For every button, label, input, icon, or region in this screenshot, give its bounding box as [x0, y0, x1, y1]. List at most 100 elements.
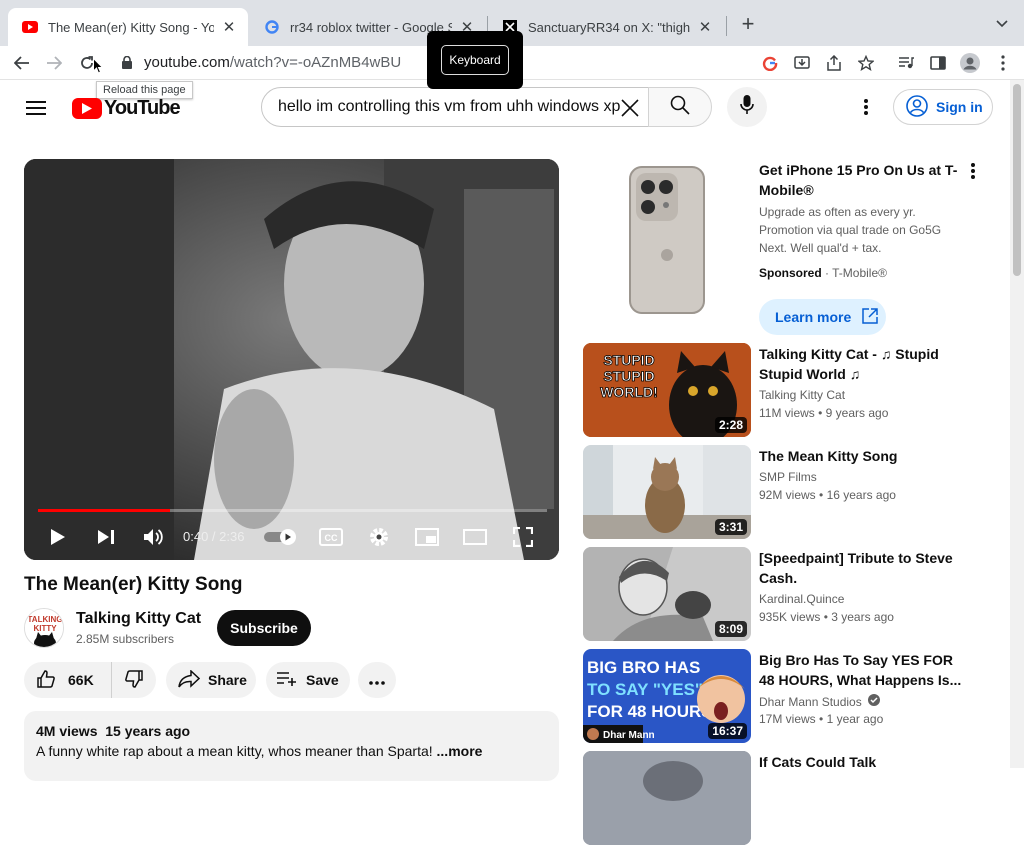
thumbnail-image	[583, 751, 751, 845]
channel-avatar[interactable]: TALKING KITTY	[24, 608, 64, 648]
settings-more-icon[interactable]	[854, 95, 878, 119]
learn-more-label: Learn more	[775, 309, 852, 325]
rec-meta: 92M views • 16 years ago	[759, 488, 896, 502]
svg-text:WORLD!: WORLD!	[600, 384, 658, 400]
video-thumbnail[interactable]: 8:09	[583, 547, 751, 641]
rec-channel[interactable]: Kardinal.Quince	[759, 592, 844, 606]
profile-avatar-icon[interactable]	[957, 50, 983, 76]
video-thumbnail[interactable]: STUPID STUPID WORLD! 2:28	[583, 343, 751, 437]
more-link[interactable]: ...more	[437, 743, 483, 759]
sign-in-button[interactable]: Sign in	[893, 89, 993, 125]
fullscreen-icon[interactable]	[509, 523, 537, 551]
mouse-cursor-icon	[93, 58, 103, 74]
external-link-icon	[861, 307, 879, 328]
rec-title[interactable]: Talking Kitty Cat - ♫ Stupid Stupid Worl…	[759, 344, 969, 384]
rec-channel[interactable]: Talking Kitty Cat	[759, 388, 845, 402]
svg-text:Dhar Mann: Dhar Mann	[603, 730, 655, 741]
close-icon[interactable]: ✕	[220, 18, 238, 36]
video-frame	[24, 159, 559, 560]
ad-description: Upgrade as often as every yr. Promotion …	[759, 205, 942, 255]
more-horizontal-icon	[369, 672, 385, 688]
rec-title[interactable]: The Mean Kitty Song	[759, 446, 969, 466]
video-thumbnail[interactable]: BIG BRO HAS TO SAY "YES" FOR 48 HOURS Dh…	[583, 649, 751, 743]
duration-badge: 16:37	[708, 723, 747, 739]
share-icon	[178, 668, 201, 691]
tab-search-chevron-icon[interactable]	[990, 14, 1014, 34]
keyboard-button[interactable]: Keyboard	[441, 45, 509, 75]
side-panel-icon[interactable]	[925, 50, 951, 76]
tab-x-twitter[interactable]: SanctuaryRR34 on X: "thigh jo ✕	[488, 8, 724, 46]
bookmark-star-icon[interactable]	[853, 50, 879, 76]
menu-icon[interactable]	[24, 98, 48, 118]
captions-icon[interactable]: CC	[317, 523, 345, 551]
svg-text:TALKING: TALKING	[28, 615, 63, 624]
settings-gear-icon[interactable]	[365, 523, 393, 551]
more-actions-button[interactable]	[358, 662, 396, 698]
google-lens-icon[interactable]	[757, 50, 783, 76]
ad-image[interactable]	[583, 159, 751, 321]
rec-title[interactable]: If Cats Could Talk	[759, 752, 969, 772]
rec-title[interactable]: [Speedpaint] Tribute to Steve Cash.	[759, 548, 969, 588]
save-button[interactable]: Save	[266, 662, 350, 698]
rec-title[interactable]: Big Bro Has To Say YES FOR 48 HOURS, Wha…	[759, 650, 969, 690]
duration-badge: 3:31	[714, 519, 747, 535]
svg-text:KITTY: KITTY	[33, 624, 57, 633]
description-box[interactable]: 4M views 15 years ago A funny white rap …	[24, 711, 559, 781]
like-button[interactable]: 66K	[24, 662, 112, 698]
lock-icon[interactable]	[120, 55, 134, 69]
keyboard-popup[interactable]: Keyboard	[427, 31, 523, 89]
url-text: youtube.com/watch?v=-oAZnMB4wBU	[144, 53, 402, 71]
rec-channel[interactable]: Dhar Mann Studios	[759, 694, 880, 709]
youtube-logo[interactable]: YouTube	[72, 97, 181, 120]
svg-text:FOR 48 HOURS: FOR 48 HOURS	[587, 702, 713, 721]
next-icon[interactable]	[92, 523, 120, 551]
video-thumbnail[interactable]: 3:31	[583, 445, 751, 539]
miniplayer-icon[interactable]	[413, 523, 441, 551]
channel-name[interactable]: Talking Kitty Cat	[76, 610, 201, 628]
video-thumbnail[interactable]	[583, 751, 751, 845]
subscribe-button[interactable]: Subscribe	[217, 610, 311, 646]
save-label: Save	[306, 672, 339, 688]
voice-search-button[interactable]	[727, 87, 767, 127]
media-control-icon[interactable]	[893, 50, 919, 76]
google-icon	[264, 19, 280, 35]
rec-channel[interactable]: SMP Films	[759, 470, 817, 484]
progress-played	[38, 509, 171, 512]
video-player[interactable]: 0:40 / 2:36 CC	[24, 159, 559, 560]
duration-badge: 2:28	[714, 417, 747, 433]
tab-youtube[interactable]: The Mean(er) Kitty Song - YouTube ✕	[8, 8, 248, 46]
youtube-play-icon	[72, 98, 102, 119]
autoplay-toggle[interactable]	[264, 529, 298, 545]
install-app-icon[interactable]	[789, 50, 815, 76]
scrollbar-thumb[interactable]	[1013, 84, 1021, 276]
page-scrollbar[interactable]	[1010, 80, 1024, 768]
duration-badge: 8:09	[714, 621, 747, 637]
subscriber-count: 2.85M subscribers	[76, 632, 175, 646]
view-stats: 4M views 15 years ago	[36, 723, 191, 739]
share-button[interactable]: Share	[166, 662, 256, 698]
close-icon[interactable]: ✕	[696, 18, 714, 36]
tab-separator	[726, 16, 727, 36]
share-page-icon[interactable]	[821, 50, 847, 76]
clear-search-icon[interactable]	[618, 96, 642, 120]
search-input[interactable]: hello im controlling this vm from uhh wi…	[261, 87, 649, 127]
search-button[interactable]	[648, 87, 712, 127]
ad-more-icon[interactable]	[964, 160, 982, 182]
ad-title[interactable]: Get iPhone 15 Pro On Us at T-Mobile®	[759, 160, 959, 200]
new-tab-button[interactable]: +	[736, 11, 760, 36]
learn-more-button[interactable]: Learn more	[759, 299, 886, 335]
play-icon[interactable]	[44, 523, 72, 551]
theater-mode-icon[interactable]	[461, 523, 489, 551]
playlist-add-icon	[276, 671, 298, 690]
forward-button[interactable]	[41, 50, 67, 76]
svg-text:STUPID: STUPID	[603, 352, 654, 368]
sign-in-label: Sign in	[936, 99, 983, 115]
search-query: hello im controlling this vm from uhh wi…	[278, 98, 620, 115]
chrome-menu-icon[interactable]	[990, 50, 1016, 76]
description-text: A funny white rap about a mean kitty, wh…	[36, 743, 483, 759]
microphone-icon	[740, 94, 754, 120]
back-button[interactable]	[9, 50, 35, 76]
progress-bar[interactable]	[38, 509, 547, 512]
dislike-button[interactable]	[112, 662, 156, 698]
volume-icon[interactable]	[139, 523, 167, 551]
